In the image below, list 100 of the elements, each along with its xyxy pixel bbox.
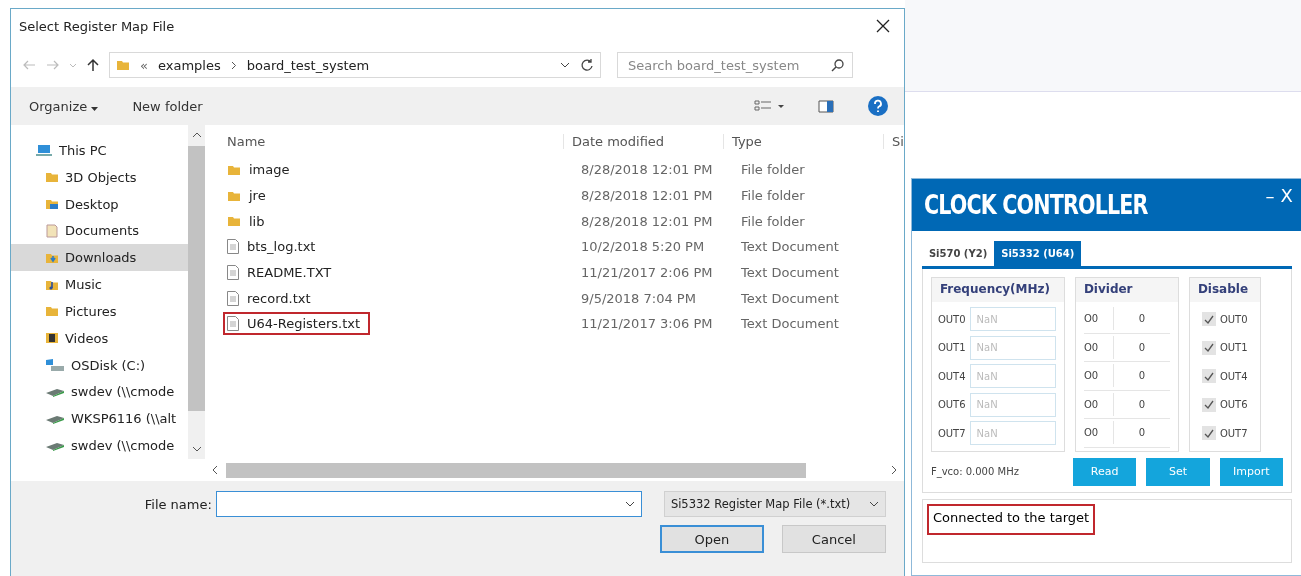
address-bar[interactable]: « examples board_test_system bbox=[109, 52, 601, 78]
file-name[interactable]: record.txt bbox=[223, 286, 321, 310]
up-arrow-icon[interactable] bbox=[87, 58, 99, 72]
dropdown-icon[interactable] bbox=[560, 62, 570, 68]
date-cell-text: 8/28/2018 12:01 PM bbox=[580, 162, 714, 178]
checkbox-label: OUT1 bbox=[1219, 342, 1248, 354]
folder-icon bbox=[227, 214, 241, 229]
search-field[interactable]: Search board_test_system bbox=[617, 52, 853, 78]
column-header[interactable]: Type bbox=[724, 133, 884, 149]
divider-value: 0 bbox=[1137, 313, 1147, 325]
file-type-dropdown[interactable]: Si5332 Register Map File (*.txt) bbox=[663, 491, 886, 517]
divider-value: 0 bbox=[1137, 370, 1147, 382]
text-file-icon bbox=[227, 290, 239, 306]
nav-item[interactable]: This PC bbox=[11, 137, 188, 164]
divider-value: 0 bbox=[1137, 341, 1147, 353]
file-name[interactable]: lib bbox=[223, 209, 275, 233]
output-label: OUT1 bbox=[937, 342, 966, 354]
column-header[interactable]: Name bbox=[219, 133, 564, 149]
divider-value: 0 bbox=[1137, 427, 1147, 439]
frequency-field[interactable]: NaN bbox=[969, 392, 1056, 417]
folder-icon bbox=[116, 58, 130, 72]
divider-label: O0 bbox=[1083, 335, 1114, 359]
scroll-up-icon[interactable] bbox=[191, 131, 202, 138]
checkbox[interactable] bbox=[1201, 312, 1216, 327]
document-icon bbox=[45, 223, 59, 238]
type-cell-text: Text Document bbox=[740, 316, 840, 332]
preview-pane-icon[interactable] bbox=[817, 99, 834, 113]
file-name[interactable]: jre bbox=[223, 184, 276, 208]
folder-icon bbox=[45, 170, 59, 185]
group-heading: Disable bbox=[1189, 278, 1260, 302]
file-name[interactable]: image bbox=[223, 158, 300, 182]
nav-item[interactable]: Music bbox=[11, 271, 188, 298]
nav-item[interactable]: Videos bbox=[11, 324, 188, 352]
app-title: CLOCK CONTROLLER bbox=[923, 189, 1148, 220]
dropdown-icon[interactable] bbox=[624, 501, 635, 507]
fvco-readout: F_vco: 0.000 MHz bbox=[930, 466, 1020, 477]
group-heading: Frequency(MHz) bbox=[931, 278, 1064, 302]
minimize-button[interactable]: – bbox=[1262, 185, 1278, 206]
frequency-field[interactable]: NaN bbox=[969, 364, 1056, 389]
breadcrumb[interactable]: examples bbox=[157, 57, 221, 73]
checkbox-label: OUT7 bbox=[1219, 427, 1248, 439]
network-drive-icon bbox=[45, 440, 65, 451]
column-header[interactable]: Date modified bbox=[564, 133, 724, 149]
desktop-folder-icon bbox=[45, 197, 59, 212]
checkbox[interactable] bbox=[1201, 340, 1216, 355]
checkbox[interactable] bbox=[1201, 397, 1216, 412]
close-button[interactable]: X bbox=[1277, 185, 1296, 206]
breadcrumb[interactable]: board_test_system bbox=[246, 57, 370, 73]
open-button[interactable]: Open bbox=[659, 525, 764, 553]
nav-item[interactable]: Desktop bbox=[11, 190, 188, 218]
nav-item[interactable]: WKSP6116 (\\alt bbox=[11, 405, 188, 433]
help-icon[interactable] bbox=[867, 96, 888, 116]
cancel-button[interactable]: Cancel bbox=[781, 525, 886, 553]
date-cell-text: 8/28/2018 12:01 PM bbox=[580, 213, 714, 229]
text-file-icon bbox=[227, 265, 239, 281]
nav-item[interactable]: OSDisk (C:) bbox=[11, 351, 188, 379]
scroll-down-icon[interactable] bbox=[191, 446, 202, 453]
nav-item[interactable]: Downloads bbox=[11, 244, 188, 272]
network-drive-icon bbox=[45, 413, 65, 424]
nav-item[interactable]: Documents bbox=[11, 217, 188, 245]
tab[interactable]: Si5332 (U64) bbox=[994, 241, 1082, 266]
network-drive-icon bbox=[45, 386, 65, 397]
breadcrumb-overflow[interactable]: « bbox=[140, 57, 148, 73]
checkbox-label: OUT0 bbox=[1219, 313, 1248, 325]
file-name[interactable]: README.TXT bbox=[223, 261, 342, 285]
checkbox[interactable] bbox=[1201, 369, 1216, 384]
type-cell-text: File folder bbox=[740, 213, 806, 229]
output-label: OUT6 bbox=[937, 399, 966, 411]
status-message: Connected to the target bbox=[926, 503, 1096, 535]
file-name[interactable]: bts_log.txt bbox=[223, 235, 326, 259]
nav-item[interactable]: swdev (\\cmode bbox=[11, 432, 188, 459]
divider-value: 0 bbox=[1137, 398, 1147, 410]
frequency-field[interactable]: NaN bbox=[969, 307, 1056, 332]
date-cell-text: 11/21/2017 2:06 PM bbox=[580, 265, 714, 281]
nav-item[interactable]: 3D Objects bbox=[11, 163, 188, 191]
scroll-left-icon[interactable] bbox=[211, 465, 218, 475]
new-folder-button[interactable]: New folder bbox=[132, 96, 203, 116]
checkbox[interactable] bbox=[1201, 426, 1216, 441]
file-name[interactable]: U64-Registers.txt bbox=[223, 312, 371, 336]
type-cell-text: File folder bbox=[740, 188, 806, 204]
file-name-field[interactable] bbox=[215, 491, 642, 517]
output-label: OUT0 bbox=[937, 313, 966, 325]
column-header[interactable]: Si bbox=[884, 133, 904, 149]
nav-item[interactable]: Pictures bbox=[11, 297, 188, 325]
frequency-field[interactable]: NaN bbox=[969, 335, 1056, 360]
scroll-right-icon[interactable] bbox=[890, 465, 898, 475]
organize-menu[interactable]: Organize bbox=[29, 96, 99, 116]
date-cell-text: 10/2/2018 5:20 PM bbox=[580, 239, 706, 255]
refresh-icon[interactable] bbox=[580, 58, 594, 72]
output-label: OUT7 bbox=[937, 427, 966, 439]
nav-item[interactable]: swdev (\\cmode bbox=[11, 378, 188, 406]
frequency-field[interactable]: NaN bbox=[969, 421, 1056, 446]
file-name-label: File name: bbox=[144, 496, 212, 512]
type-cell-text: Text Document bbox=[740, 239, 840, 255]
date-cell-text: 9/5/2018 7:04 PM bbox=[580, 290, 697, 306]
scrollbar[interactable] bbox=[188, 125, 205, 459]
divider-label: O0 bbox=[1083, 364, 1114, 388]
view-options-icon[interactable] bbox=[753, 99, 784, 113]
folder-icon bbox=[45, 304, 59, 319]
type-cell-text: Text Document bbox=[740, 265, 840, 281]
